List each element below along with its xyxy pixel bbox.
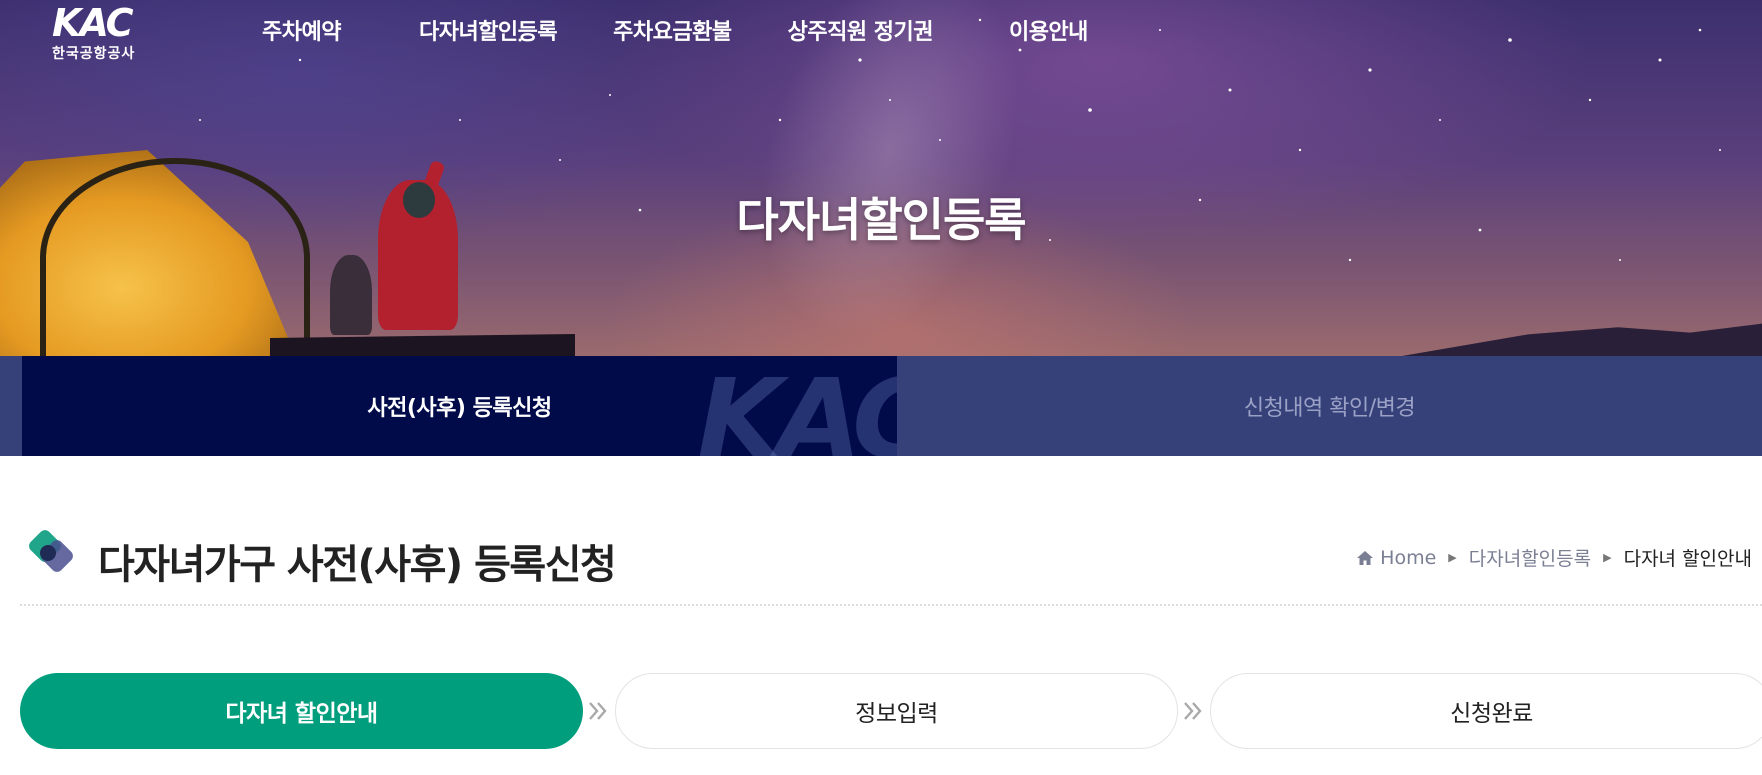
tab-check-change-label: 신청내역 확인/변경 [1243,396,1416,421]
logo-subtitle: 한국공항공사 [52,46,136,62]
step-double-chevron-icon [583,699,615,723]
hero-banner: KAC 한국공항공사 주차예약 다자녀할인등록 주차요금환불 상주직원 정기권 … [0,0,1762,356]
home-icon [1357,550,1374,565]
step-complete: 신청완료 [1210,673,1762,749]
breadcrumb-home[interactable]: Home [1380,547,1436,569]
tab-pre-registration-label: 사전(사후) 등록신청 [367,396,552,421]
nav-item-multichild-discount[interactable]: 다자녀할인등록 [419,14,558,46]
nav-item-parking-reservation[interactable]: 주차예약 [262,14,341,46]
subtab-edge [0,356,22,456]
breadcrumb-separator-icon: ▶ [1603,551,1612,564]
kac-logo[interactable]: KAC 한국공항공사 [52,1,162,62]
breadcrumb-current: 다자녀 할인안내 [1623,548,1752,570]
title-diamond-icon [29,530,73,572]
divider [20,604,1762,606]
kac-watermark: KAC [697,356,897,456]
breadcrumb-multichild[interactable]: 다자녀할인등록 [1469,544,1591,571]
page-title: 다자녀가구 사전(사후) 등록신청 [98,542,617,588]
main-nav: 주차예약 다자녀할인등록 주차요금환불 상주직원 정기권 이용안내 [240,14,1088,46]
step-discount-guide: 다자녀 할인안내 [20,673,583,749]
breadcrumb: Home ▶ 다자녀할인등록 ▶ 다자녀 할인안내 [1356,544,1752,571]
page-header: 다자녀가구 사전(사후) 등록신청 Home ▶ 다자녀할인등록 ▶ 다자녀 할… [0,456,1762,606]
nav-item-guide[interactable]: 이용안내 [1009,14,1088,46]
nav-item-parking-refund[interactable]: 주차요금환불 [613,14,732,46]
nav-item-staff-pass[interactable]: 상주직원 정기권 [788,14,934,46]
step-indicator: 다자녀 할인안내 정보입력 신청완료 [20,673,1762,749]
logo-mark: KAC [52,1,134,45]
child-silhouette [330,255,372,335]
hero-title: 다자녀할인등록 [736,193,1026,247]
sub-tabs: 사전(사후) 등록신청 KAC 신청내역 확인/변경 [0,356,1762,456]
step-info-input: 정보입력 [615,673,1178,749]
tab-check-change[interactable]: 신청내역 확인/변경 [897,356,1762,456]
step-double-chevron-icon [1178,699,1210,723]
breadcrumb-separator-icon: ▶ [1448,551,1457,564]
tab-pre-registration[interactable]: 사전(사후) 등록신청 KAC [22,356,897,456]
